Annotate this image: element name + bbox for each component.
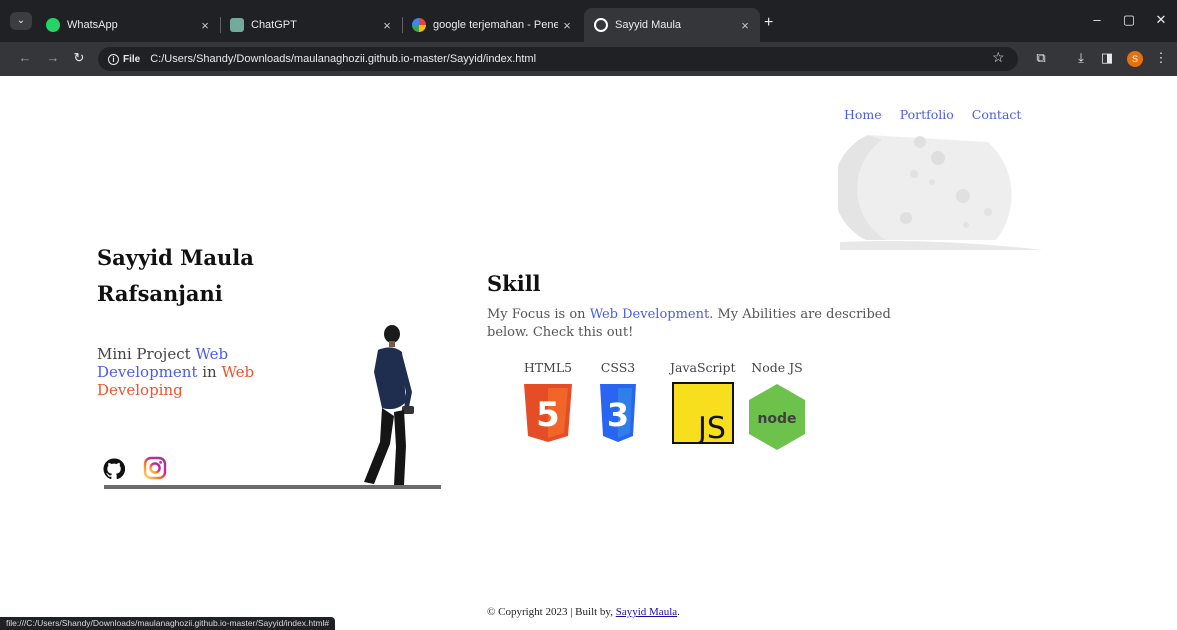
close-window-icon[interactable]: ✕ — [1150, 12, 1172, 28]
instagram-icon — [143, 456, 167, 480]
tab-whatsapp[interactable]: WhatsApp × — [36, 8, 221, 42]
skill-label: Node JS — [751, 360, 803, 375]
skill-label: JavaScript — [670, 360, 736, 375]
extensions-icon[interactable]: ⧉ — [1032, 50, 1050, 66]
hero-tagline: Mini Project Web Development in Web Deve… — [97, 345, 255, 399]
profile-avatar[interactable]: S — [1127, 51, 1143, 67]
instagram-link[interactable] — [143, 456, 167, 485]
download-icon[interactable]: ⤓ — [1072, 50, 1090, 66]
minimize-icon[interactable]: – — [1086, 12, 1108, 27]
back-icon[interactable]: ← — [16, 50, 34, 65]
skill-javascript: JavaScript JS — [670, 360, 736, 449]
skill-nodejs: Node JS node — [746, 360, 808, 457]
profile-photo — [364, 325, 414, 485]
css3-icon: 3 — [600, 384, 636, 442]
github-icon — [103, 458, 126, 480]
skill-label: CSS3 — [600, 360, 636, 375]
status-bar-url: file:///C:/Users/Shandy/Downloads/maulan… — [0, 617, 336, 630]
tab-sayyid-maula[interactable]: Sayyid Maula × — [584, 8, 760, 42]
tab-search-button[interactable]: ⌄ — [10, 12, 32, 30]
site-info-chip[interactable]: i File — [108, 53, 140, 65]
restore-icon[interactable]: ▢ — [1118, 12, 1140, 28]
skill-html5: HTML5 5 — [522, 360, 574, 449]
tab-title: Sayyid Maula — [615, 19, 682, 31]
skill-heading: Skill — [487, 271, 541, 296]
page-footer: © Copyright 2023 | Built by, Sayyid Maul… — [487, 606, 680, 618]
tab-title: WhatsApp — [67, 19, 118, 31]
tab-close-icon[interactable]: × — [378, 18, 396, 33]
html5-glyph: 5 — [536, 395, 560, 435]
tab-title: ChatGPT — [251, 19, 297, 31]
moon-illustration — [838, 135, 1043, 250]
javascript-glyph: JS — [696, 411, 726, 444]
new-tab-button[interactable]: + — [764, 15, 773, 31]
author-link[interactable]: Sayyid Maula — [616, 606, 677, 618]
html5-icon: 5 — [524, 384, 572, 442]
tab-close-icon[interactable]: × — [558, 18, 576, 33]
skill-description: My Focus is on Web Development. My Abili… — [487, 307, 891, 340]
google-icon — [412, 18, 426, 32]
skill-css3: CSS3 3 — [598, 360, 638, 449]
browser-toolbar: ← → ↻ i File C:/Users/Shandy/Downloads/m… — [0, 42, 1177, 76]
site-nav: Home Portfolio Contact — [844, 107, 1021, 122]
tab-close-icon[interactable]: × — [736, 18, 754, 33]
tab-title: google terjemahan - Penelusuri — [433, 19, 558, 31]
javascript-icon: JS — [671, 382, 734, 446]
tab-close-icon[interactable]: × — [196, 18, 214, 33]
chatgpt-icon — [230, 18, 244, 32]
browser-tab-bar: ⌄ WhatsApp × ChatGPT × google terjemahan… — [0, 0, 1177, 42]
tab-google-search[interactable]: google terjemahan - Penelusuri × — [402, 8, 582, 42]
nav-home-link[interactable]: Home — [844, 107, 882, 122]
forward-icon[interactable]: → — [44, 50, 62, 65]
address-url[interactable]: C:/Users/Shandy/Downloads/maulanaghozii.… — [150, 53, 536, 65]
nav-contact-link[interactable]: Contact — [972, 107, 1022, 122]
address-bar[interactable]: i File C:/Users/Shandy/Downloads/maulana… — [98, 47, 1018, 71]
hero-name: Sayyid Maula Rafsanjani — [97, 245, 254, 306]
reload-icon[interactable]: ↻ — [70, 50, 88, 66]
github-link[interactable] — [103, 458, 126, 485]
nav-portfolio-link[interactable]: Portfolio — [900, 107, 954, 122]
bookmark-star-icon[interactable]: ☆ — [992, 49, 1005, 66]
side-panel-icon[interactable]: ◨ — [1098, 50, 1116, 66]
menu-kebab-icon[interactable]: ⋮ — [1152, 50, 1170, 66]
whatsapp-icon — [46, 18, 60, 32]
nodejs-glyph: node — [757, 411, 796, 427]
skill-label: HTML5 — [523, 360, 573, 375]
site-favicon-icon — [594, 18, 608, 32]
nodejs-icon: node — [749, 384, 805, 450]
tab-chatgpt[interactable]: ChatGPT × — [220, 8, 403, 42]
info-icon: i — [108, 53, 119, 65]
css3-glyph: 3 — [607, 396, 629, 434]
